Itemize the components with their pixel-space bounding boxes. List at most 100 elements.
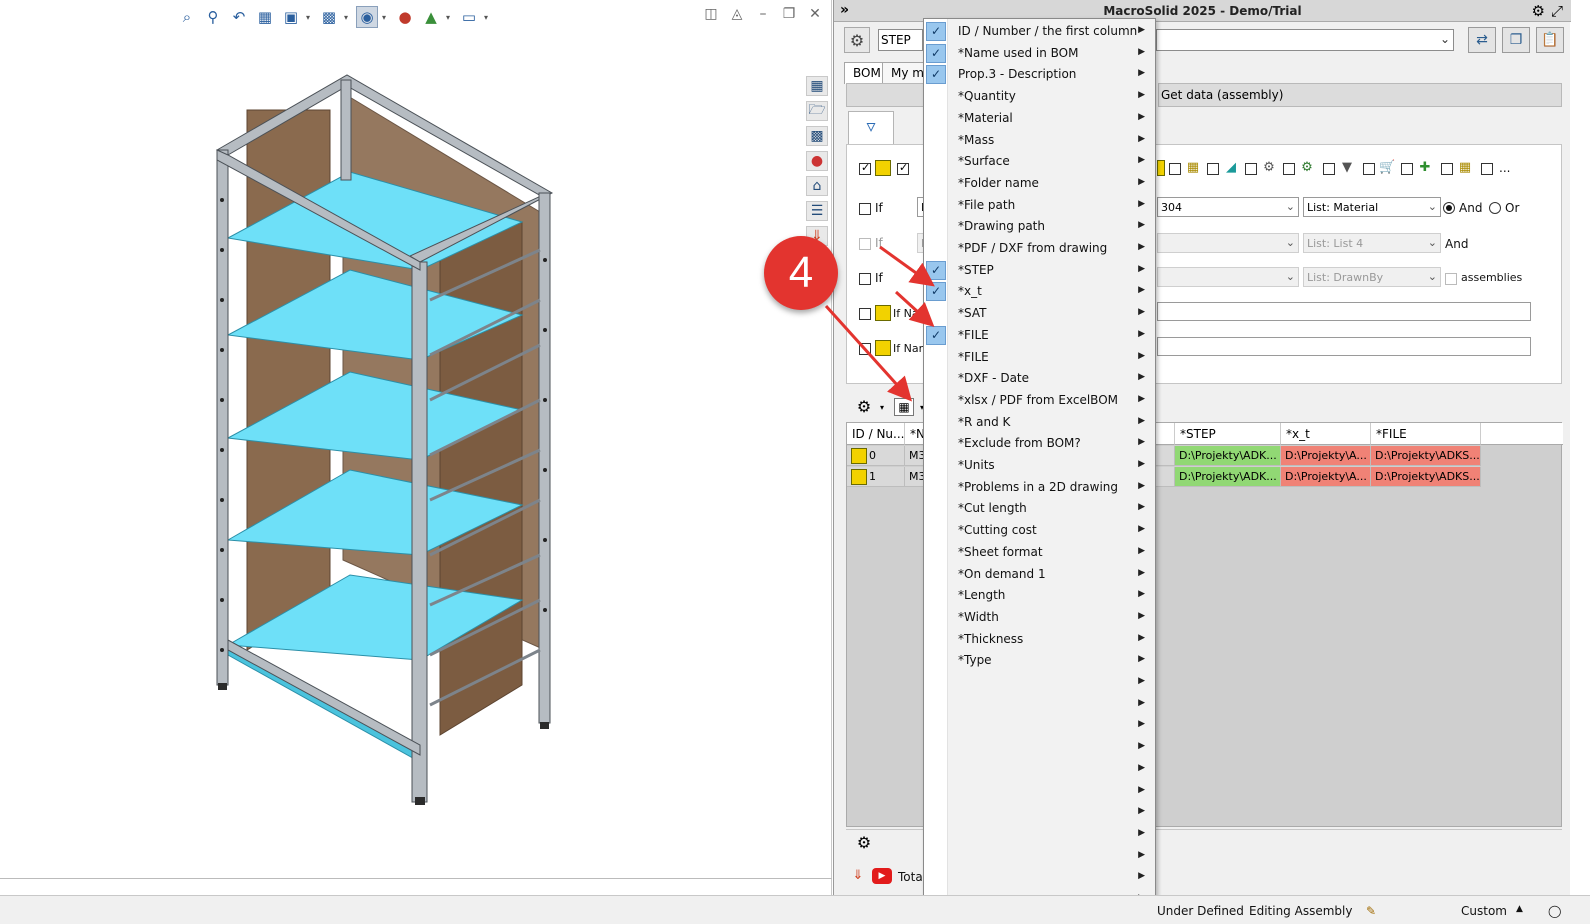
column-header-file[interactable]: *FILE [1371,423,1481,445]
menu-item[interactable]: ▶ [924,824,1155,846]
if-checkbox-3[interactable] [859,273,871,285]
filter-type-checkbox-6[interactable] [1283,163,1295,175]
menu-item[interactable]: ▶ [924,846,1155,868]
chevron-down-icon[interactable]: ▾ [874,400,890,416]
list-combo-list4[interactable]: List: List 4 ⌄ [1303,233,1441,253]
menu-item[interactable]: ▶ [924,759,1155,781]
filter-type-checkbox-5[interactable] [1245,163,1257,175]
menu-item[interactable]: *Type ▶ [924,650,1155,672]
copy-button[interactable]: ❐ [1502,27,1530,53]
value-combo-1[interactable]: 304 ⌄ [1157,197,1299,217]
filter-type-checkbox-7[interactable] [1323,163,1335,175]
options-gear-button[interactable]: ⚙ [844,27,870,53]
list-combo-drawnby[interactable]: List: DrawnBy ⌄ [1303,267,1441,287]
column-header-id[interactable]: ID / Nu... [847,423,905,445]
menu-item[interactable]: ✓ *FILE ▶ [924,325,1155,347]
menu-item[interactable]: *Thickness ▶ [924,629,1155,651]
value-combo-3[interactable]: ⌄ [1157,267,1299,287]
menu-item[interactable]: ▶ [924,672,1155,694]
column-header-step[interactable]: *STEP [1175,423,1281,445]
viewport-scrollbar[interactable] [0,878,832,886]
units-caret-icon[interactable]: ▲ [1516,904,1523,914]
if-checkbox-1[interactable] [859,203,871,215]
file-explorer-icon[interactable]: 🗁 [806,101,828,121]
menu-item[interactable]: *Problems in a 2D drawing ▶ [924,477,1155,499]
menu-item[interactable]: *Sheet format ▶ [924,542,1155,564]
column-header-name[interactable]: *Na [905,423,925,445]
settings-gear-icon[interactable]: ⚙ [1532,2,1545,20]
youtube-icon[interactable]: ▶ [872,868,892,884]
menu-item[interactable]: ✓ ID / Number / the first column ▶ [924,21,1155,43]
menu-item[interactable]: ✓ *Name used in BOM ▶ [924,43,1155,65]
filter-type-checkbox-1[interactable] [859,161,871,175]
menu-item[interactable]: *Quantity ▶ [924,86,1155,108]
appearances-icon[interactable]: ● [806,151,828,171]
footer-gear-icon[interactable]: ⚙ [856,835,872,851]
menu-item[interactable]: *Cut length ▶ [924,498,1155,520]
menu-item[interactable]: ▶ [924,715,1155,737]
filter-type-checkbox-4[interactable] [1207,163,1219,175]
if-name-checkbox-1[interactable] [859,308,871,320]
name-filter-field-1[interactable] [1157,302,1531,321]
help-icon[interactable]: ◯ [1548,904,1561,918]
menu-item[interactable]: ▶ [924,802,1155,824]
menu-item[interactable]: *Mass ▶ [924,130,1155,152]
menu-item[interactable]: *PDF / DXF from drawing ▶ [924,238,1155,260]
menu-item[interactable]: *SAT ▶ [924,303,1155,325]
value-combo-2[interactable]: ⌄ [1157,233,1299,253]
view-palette-icon[interactable]: ▩ [806,126,828,146]
menu-item[interactable]: *Units ▶ [924,455,1155,477]
menu-item[interactable]: ✓ Prop.3 - Description ▶ [924,64,1155,86]
get-data-button[interactable]: Get data (assembly) [1158,83,1562,107]
bom-settings-gear-icon[interactable]: ⚙ [856,399,872,415]
tab-my-macros[interactable]: My mac [882,62,924,84]
filter-type-checkbox-2[interactable] [897,161,909,175]
export-button[interactable]: ⇄ [1468,27,1496,53]
or-radio[interactable] [1489,202,1501,214]
menu-item[interactable]: *Length ▶ [924,585,1155,607]
columns-table-icon[interactable]: ▦ [894,398,914,416]
if-checkbox-2[interactable] [859,238,871,250]
home-icon[interactable]: ⌂ [806,176,828,196]
menu-item[interactable]: ▶ [924,737,1155,759]
if-name-checkbox-2[interactable] [859,343,871,355]
menu-item[interactable]: ✓ *STEP ▶ [924,260,1155,282]
filter-type-checkbox-9[interactable] [1401,163,1413,175]
filter-type-checkbox-10[interactable] [1441,163,1453,175]
filter-type-checkbox-11[interactable] [1481,163,1493,175]
menu-item[interactable]: *Width ▶ [924,607,1155,629]
menu-item[interactable]: *Material ▶ [924,108,1155,130]
menu-item[interactable]: *FILE ▶ [924,347,1155,369]
menu-item[interactable]: ▶ [924,694,1155,716]
resources-icon[interactable]: ▦ [806,76,828,96]
filter-select-combo[interactable]: ⌄ [1156,29,1454,51]
clipboard-button[interactable]: 📋 [1536,27,1564,53]
menu-item[interactable]: *File path ▶ [924,195,1155,217]
status-units[interactable]: Custom [1461,904,1507,918]
menu-item[interactable]: *xlsx / PDF from ExcelBOM ▶ [924,390,1155,412]
menu-item[interactable]: ▶ [924,867,1155,889]
assemblies-checkbox[interactable] [1445,273,1457,285]
menu-item[interactable]: *Exclude from BOM? ▶ [924,433,1155,455]
column-combo[interactable]: STEP [878,29,923,51]
graphics-viewport[interactable]: ⌕ ⚲ ↶ ▦ ▣ ▾ ▩ ▾ ◉ ▾ ● ▲ ▾ ▭ ▾ ◫ ◬ – ❐ ✕ [0,0,832,895]
menu-item[interactable]: *On demand 1 ▶ [924,564,1155,586]
filter-tab[interactable]: ▿ [848,111,894,145]
menu-item[interactable]: *DXF - Date ▶ [924,368,1155,390]
filter-type-checkbox-3[interactable] [1169,163,1181,175]
menu-item[interactable]: *Surface ▶ [924,151,1155,173]
menu-item[interactable]: *Drawing path ▶ [924,216,1155,238]
rebuild-icon[interactable]: ✎ [1366,904,1376,918]
column-header-xt[interactable]: *x_t [1281,423,1371,445]
properties-icon[interactable]: ☰ [806,201,828,221]
menu-item[interactable]: *R and K ▶ [924,412,1155,434]
list-combo-material[interactable]: List: Material ⌄ [1303,197,1441,217]
menu-item[interactable]: ▶ [924,781,1155,803]
menu-item[interactable]: *Cutting cost ▶ [924,520,1155,542]
shelving-model[interactable] [0,0,832,878]
name-filter-field-2[interactable] [1157,337,1531,356]
pin-icon[interactable]: ⤢ [1551,2,1563,20]
filter-type-checkbox-8[interactable] [1363,163,1375,175]
menu-item[interactable]: ✓ *x_t ▶ [924,281,1155,303]
and-radio[interactable] [1443,202,1455,214]
